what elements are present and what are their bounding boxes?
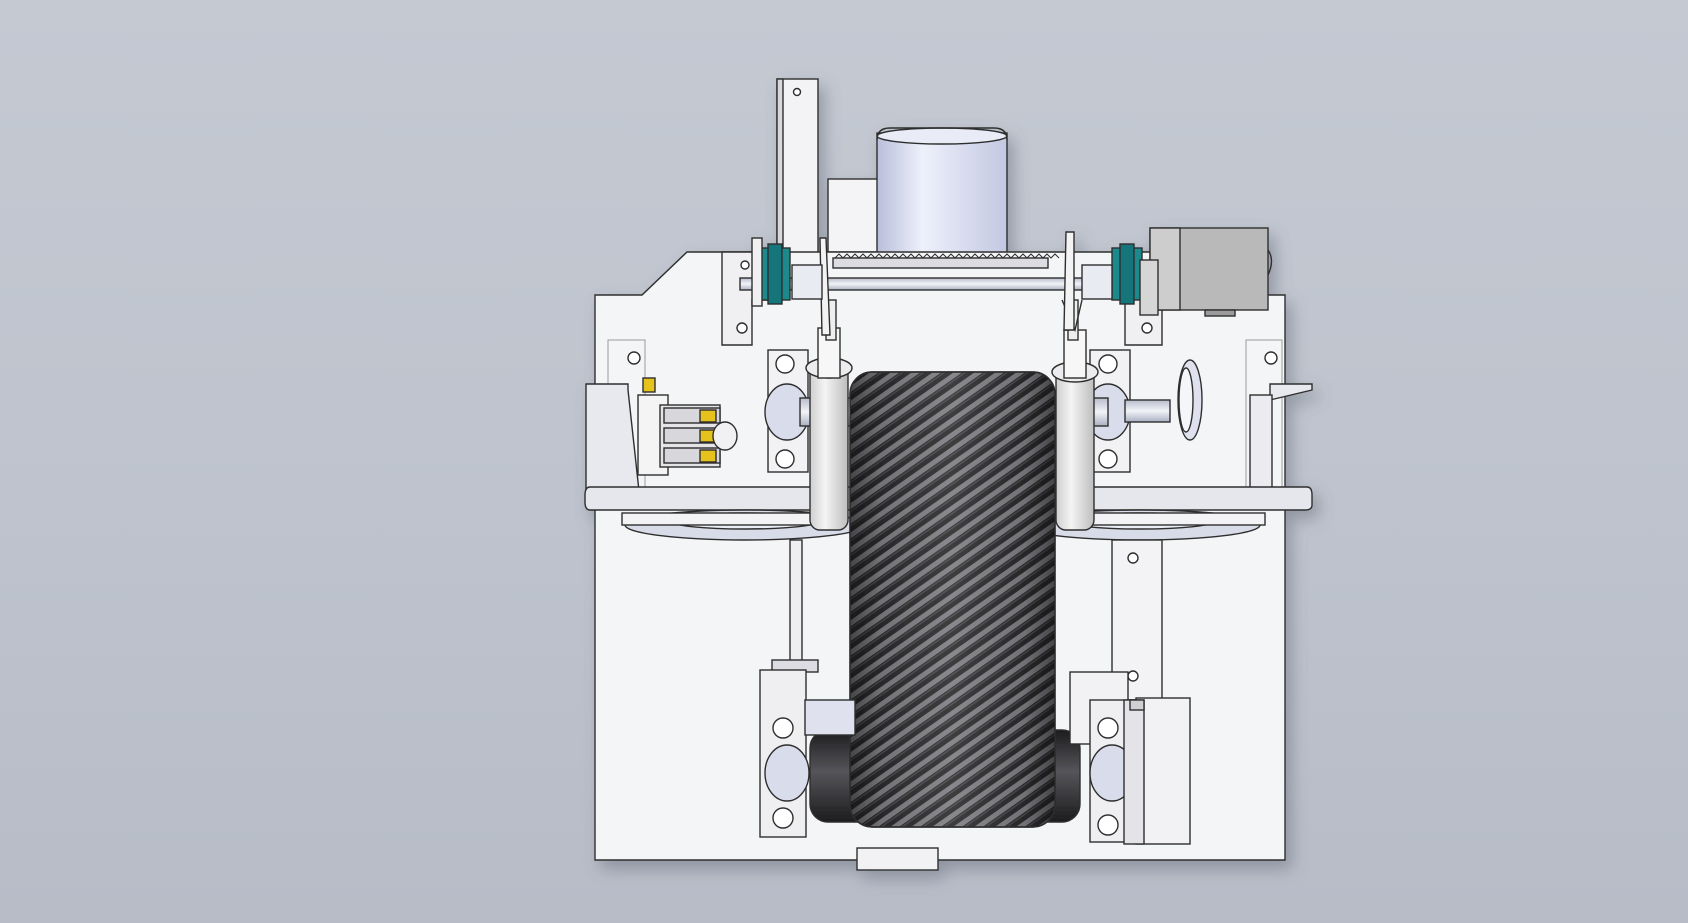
yellow-fitting-1 <box>699 409 717 423</box>
cad-model-view[interactable] <box>0 0 1688 923</box>
yellow-fitting-top <box>642 377 656 393</box>
woven-belt-drum[interactable] <box>849 371 1056 828</box>
right-gearbox[interactable] <box>1139 227 1273 317</box>
right-shaft-plate[interactable] <box>1063 231 1075 331</box>
drive-motor[interactable] <box>876 127 1008 259</box>
yellow-fitting-3 <box>699 449 717 463</box>
right-electrical-box[interactable] <box>1123 697 1191 845</box>
bottom-tab <box>856 847 939 871</box>
cad-viewport[interactable] <box>0 0 1688 923</box>
